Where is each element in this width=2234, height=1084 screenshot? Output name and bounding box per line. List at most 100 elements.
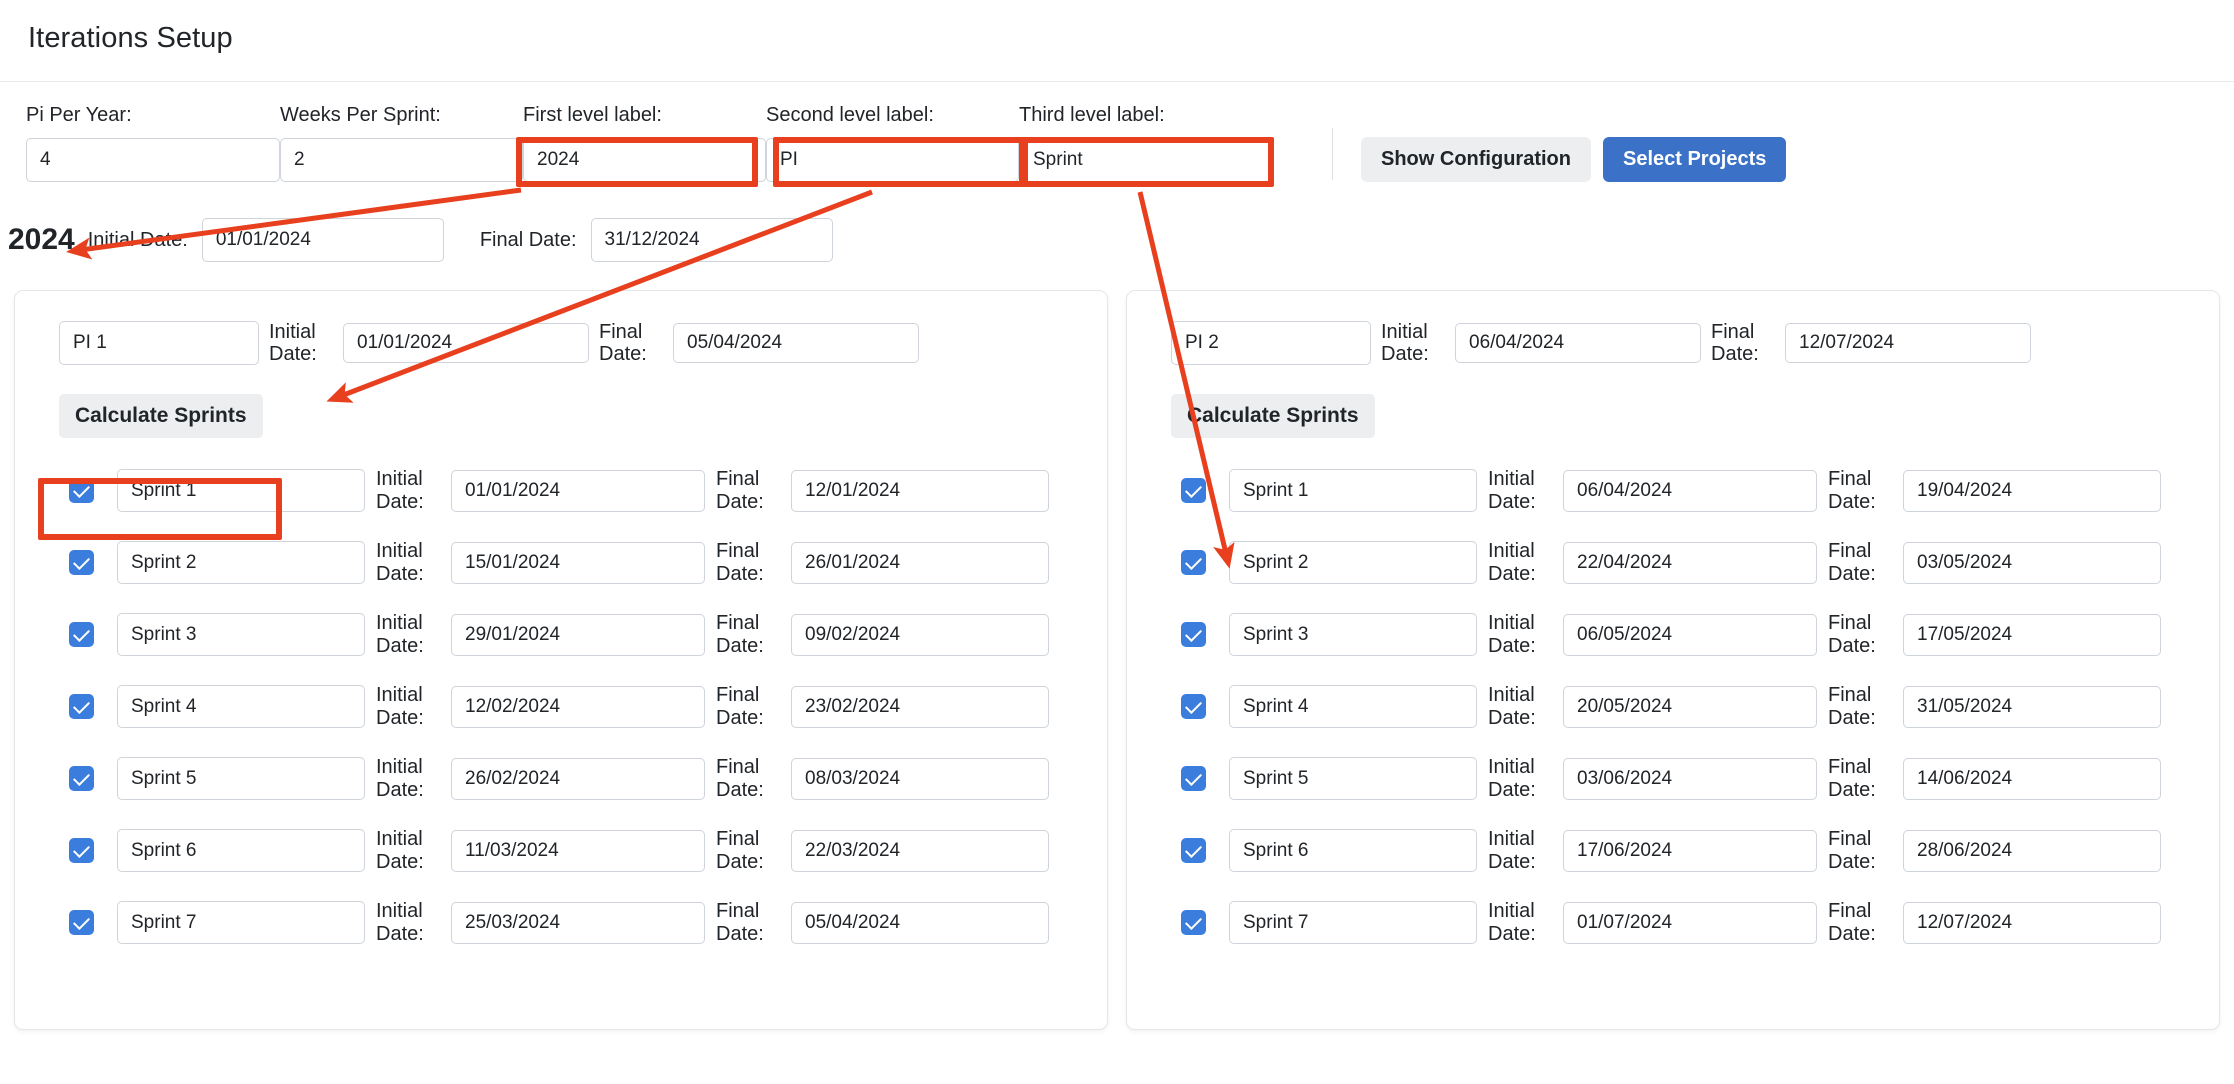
sprint-checkbox[interactable] — [69, 910, 94, 936]
sprint-checkbox[interactable] — [1181, 766, 1206, 792]
sprint-final-date-input[interactable] — [1903, 685, 2161, 728]
sprint-name-input[interactable] — [117, 901, 365, 945]
pi-initial-date-input-1[interactable] — [343, 323, 589, 364]
sprint-initial-date-input[interactable] — [1563, 757, 1817, 800]
pi-initial-date-input-2[interactable] — [1455, 323, 1701, 364]
sprint-checkbox[interactable] — [1181, 910, 1206, 936]
sprint-final-date-input[interactable] — [1903, 829, 2161, 872]
sprint-name-input[interactable] — [1229, 901, 1477, 945]
sprint-initial-date-label: Initial Date: — [376, 468, 424, 513]
sprint-initial-date-input[interactable] — [451, 541, 705, 584]
sprint-final-date-input[interactable] — [791, 829, 1049, 872]
sprint-initial-date-input[interactable] — [1563, 901, 1817, 944]
pi-final-date-input-1[interactable] — [673, 323, 919, 364]
sprint-initial-date-input[interactable] — [451, 757, 705, 800]
sprint-initial-date-input[interactable] — [451, 469, 705, 512]
sprint-row: Initial Date: Final Date: — [15, 826, 1107, 876]
sprint-checkbox[interactable] — [1181, 838, 1206, 864]
sprint-initial-date-input[interactable] — [1563, 613, 1817, 656]
sprint-checkbox[interactable] — [1181, 550, 1206, 576]
year-initial-date-input[interactable] — [201, 218, 444, 262]
sprint-name-input[interactable] — [1229, 541, 1477, 585]
pi-final-date-input-2[interactable] — [1785, 323, 2031, 364]
pi-final-date-label-2: Final Date: — [1711, 321, 1759, 366]
sprint-final-date-input[interactable] — [791, 685, 1049, 728]
year-title: 2024 — [8, 223, 75, 256]
calculate-sprints-button-1[interactable]: Calculate Sprints — [59, 393, 263, 438]
sprint-initial-date-input[interactable] — [1563, 541, 1817, 584]
sprint-final-date-input[interactable] — [791, 469, 1049, 512]
sprint-initial-date-label: Initial Date: — [1488, 468, 1536, 513]
sprint-checkbox[interactable] — [69, 550, 94, 576]
sprint-initial-date-input[interactable] — [451, 613, 705, 656]
sprint-name-input[interactable] — [1229, 829, 1477, 873]
sprint-row: Initial Date: Final Date: — [1127, 538, 2219, 588]
sprint-name-input[interactable] — [117, 757, 365, 801]
sprint-final-date-input[interactable] — [1903, 901, 2161, 944]
pi-panel-1: Initial Date: Final Date: Calculate Spri… — [14, 290, 1108, 1030]
sprint-final-date-input[interactable] — [791, 613, 1049, 656]
sprint-final-date-input[interactable] — [791, 901, 1049, 944]
sprint-name-input[interactable] — [117, 469, 365, 513]
pi-per-year-input[interactable] — [26, 138, 280, 182]
sprint-final-date-input[interactable] — [791, 541, 1049, 584]
sprint-final-date-input[interactable] — [1903, 541, 2161, 584]
sprint-checkbox[interactable] — [69, 622, 94, 648]
sprint-initial-date-input[interactable] — [451, 829, 705, 872]
pi-header-1: Initial Date: Final Date: — [15, 321, 1107, 366]
sprint-final-date-label: Final Date: — [716, 684, 764, 729]
sprint-initial-date-label: Initial Date: — [1488, 684, 1536, 729]
field-pi-per-year: Pi Per Year: — [26, 104, 280, 182]
sprint-checkbox[interactable] — [69, 838, 94, 864]
sprint-row: Initial Date: Final Date: — [15, 898, 1107, 948]
pi-name-input-1[interactable] — [59, 321, 259, 366]
configuration-bar: Pi Per Year: Weeks Per Sprint: First lev… — [0, 82, 2234, 182]
show-configuration-button[interactable]: Show Configuration — [1361, 137, 1591, 182]
sprint-initial-date-input[interactable] — [451, 685, 705, 728]
sprint-final-date-input[interactable] — [791, 757, 1049, 800]
field-second-level-label: Second level label: — [766, 104, 1019, 182]
sprint-name-input[interactable] — [1229, 613, 1477, 657]
sprint-initial-date-input[interactable] — [1563, 829, 1817, 872]
pi-name-input-2[interactable] — [1171, 321, 1371, 366]
sprint-initial-date-label: Initial Date: — [376, 756, 424, 801]
first-level-label-input[interactable] — [523, 138, 766, 182]
sprint-checkbox[interactable] — [1181, 694, 1206, 720]
select-projects-button[interactable]: Select Projects — [1602, 137, 1787, 182]
sprint-final-date-label: Final Date: — [716, 540, 764, 585]
year-final-date-input[interactable] — [590, 218, 833, 262]
second-level-label-input[interactable] — [766, 138, 1019, 182]
sprint-name-input[interactable] — [117, 613, 365, 657]
weeks-per-sprint-input[interactable] — [280, 138, 523, 182]
sprint-final-date-input[interactable] — [1903, 613, 2161, 656]
sprint-initial-date-label: Initial Date: — [1488, 900, 1536, 945]
sprint-checkbox[interactable] — [69, 766, 94, 792]
sprint-row: Initial Date: Final Date: — [15, 754, 1107, 804]
calculate-sprints-button-2[interactable]: Calculate Sprints — [1171, 393, 1375, 438]
sprint-final-date-input[interactable] — [1903, 469, 2161, 512]
sprint-initial-date-label: Initial Date: — [376, 828, 424, 873]
sprint-name-input[interactable] — [117, 541, 365, 585]
field-third-level-label: Third level label: — [1019, 104, 1272, 182]
sprint-name-input[interactable] — [1229, 469, 1477, 513]
sprint-initial-date-input[interactable] — [1563, 685, 1817, 728]
sprint-checkbox[interactable] — [69, 478, 94, 504]
sprint-initial-date-input[interactable] — [1563, 469, 1817, 512]
label-first-level: First level label: — [523, 104, 662, 126]
sprint-final-date-label: Final Date: — [1828, 756, 1876, 801]
sprint-name-input[interactable] — [117, 685, 365, 729]
sprint-checkbox[interactable] — [69, 694, 94, 720]
sprint-final-date-input[interactable] — [1903, 757, 2161, 800]
sprint-name-input[interactable] — [117, 829, 365, 873]
sprint-name-input[interactable] — [1229, 685, 1477, 729]
sprint-row: Initial Date: Final Date: — [15, 682, 1107, 732]
sprint-initial-date-input[interactable] — [451, 901, 705, 944]
sprint-checkbox[interactable] — [1181, 478, 1206, 504]
sprint-row: Initial Date: Final Date: — [1127, 682, 2219, 732]
sprint-checkbox[interactable] — [1181, 622, 1206, 648]
sprint-initial-date-label: Initial Date: — [376, 612, 424, 657]
calculate-sprints-wrap-2: Calculate Sprints — [1127, 366, 2219, 438]
third-level-label-input[interactable] — [1019, 138, 1272, 182]
sprint-name-input[interactable] — [1229, 757, 1477, 801]
pi-panel-2: Initial Date: Final Date: Calculate Spri… — [1126, 290, 2220, 1030]
